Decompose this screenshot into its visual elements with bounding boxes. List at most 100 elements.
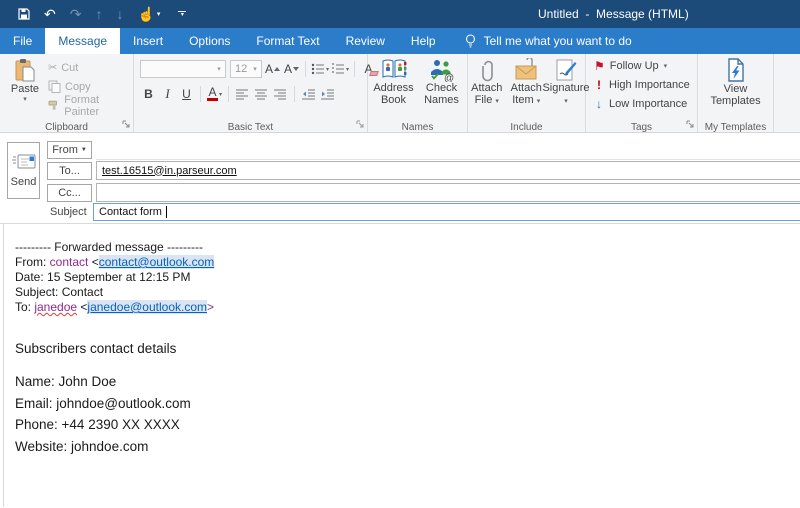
send-icon xyxy=(12,153,36,170)
subject-field[interactable]: Contact form xyxy=(93,203,800,221)
chevron-down-icon: ▾ xyxy=(664,62,668,70)
cut-button: ✂ Cut xyxy=(48,58,133,77)
chevron-down-icon: ▾ xyxy=(564,98,568,105)
to-email-link[interactable]: janedoe@outlook.com xyxy=(87,300,207,314)
basic-text-dialog-launcher-icon[interactable] xyxy=(356,120,364,128)
chevron-down-icon: ▾ xyxy=(157,10,161,18)
chevron-down-icon: ▼ xyxy=(81,147,87,153)
chevron-down-icon: ▾ xyxy=(23,95,27,103)
from-email-link[interactable]: contact@outlook.com xyxy=(99,255,215,269)
to-recipient[interactable]: test.16515@in.parseur.com xyxy=(102,165,237,177)
italic-button[interactable]: I xyxy=(159,85,176,103)
lightbulb-icon xyxy=(465,34,476,49)
font-size-select: 12▾ xyxy=(230,60,262,78)
decrease-indent-button[interactable] xyxy=(300,85,317,103)
font-color-icon: A xyxy=(207,87,218,101)
include-group-label: Include xyxy=(510,122,542,133)
next-item-icon: ↓ xyxy=(116,7,123,21)
attach-item-button[interactable]: Attach Item ▾ xyxy=(508,55,546,117)
divider xyxy=(305,61,306,77)
tab-insert[interactable]: Insert xyxy=(120,28,176,54)
low-importance-button[interactable]: ↓ Low Importance xyxy=(586,94,697,113)
font-color-button[interactable]: A ▾ xyxy=(206,85,223,103)
attach-item-icon xyxy=(514,58,538,82)
send-button[interactable]: Send xyxy=(7,142,40,199)
follow-up-button[interactable]: ⚑ Follow Up ▾ xyxy=(586,56,697,75)
detail-website: Website: johndoe.com xyxy=(15,436,800,458)
basic-text-group: ▾ 12▾ A A ▾ ▾ A xyxy=(134,54,368,132)
copy-icon xyxy=(48,80,61,93)
align-left-button[interactable] xyxy=(234,85,251,103)
divider xyxy=(354,61,355,77)
clipboard-dialog-launcher-icon[interactable] xyxy=(122,120,130,128)
tab-review[interactable]: Review xyxy=(333,28,398,54)
chevron-down-icon: ▾ xyxy=(346,66,349,73)
touch-mode-icon: ☝ xyxy=(137,7,154,21)
envelope-area: Send From ▼ To... Cc... Subject test.165… xyxy=(0,133,800,224)
ribbon-filler xyxy=(774,54,800,132)
tab-message[interactable]: Message xyxy=(45,28,120,54)
chevron-down-icon: ▾ xyxy=(219,91,222,98)
cc-button[interactable]: Cc... xyxy=(47,184,92,202)
align-right-button[interactable] xyxy=(272,85,289,103)
previous-item-icon: ↑ xyxy=(95,7,102,21)
high-importance-button[interactable]: ! High Importance xyxy=(586,75,697,94)
detail-name: Name: John Doe xyxy=(15,371,800,393)
attach-file-button[interactable]: Attach File ▾ xyxy=(468,55,506,117)
check-names-icon: @ xyxy=(429,58,455,82)
view-templates-button[interactable]: View Templates xyxy=(713,55,759,117)
underline-button[interactable]: U xyxy=(178,85,195,103)
signature-button[interactable]: Signature▾ xyxy=(547,55,585,117)
body-intro-line: Subscribers contact details xyxy=(15,341,800,356)
align-right-icon xyxy=(274,89,287,100)
names-group-label: Names xyxy=(402,122,434,133)
touch-mouse-mode-button[interactable]: ☝ ▾ xyxy=(137,7,160,21)
grow-font-icon xyxy=(274,67,280,72)
basic-text-group-label: Basic Text xyxy=(228,122,273,133)
titlebar: ↶ ↷ ↑ ↓ ☝ ▾ ▾ Untitled - Message (HTML) xyxy=(0,0,800,28)
chevron-down-icon: ▾ xyxy=(249,65,261,73)
chevron-down-icon: ▾ xyxy=(495,98,499,105)
message-body-area[interactable]: --------- Forwarded message --------- Fr… xyxy=(3,224,800,507)
tell-me-box[interactable]: Tell me what you want to do xyxy=(465,28,632,54)
tell-me-label: Tell me what you want to do xyxy=(484,34,632,48)
to-button[interactable]: To... xyxy=(47,162,92,180)
customize-qat-button[interactable]: ▾ xyxy=(178,11,186,18)
forwarded-from-line: From: contact <contact@outlook.com xyxy=(15,255,800,270)
shrink-font-button[interactable]: A xyxy=(283,60,300,78)
numbering-button[interactable]: ▾ xyxy=(331,60,349,78)
tab-options[interactable]: Options xyxy=(176,28,243,54)
ribbon: Paste ▾ ✂ Cut Copy Format Painter xyxy=(0,54,800,133)
to-display-name: janedoe xyxy=(34,300,77,314)
bullets-button[interactable]: ▾ xyxy=(311,60,329,78)
cut-icon: ✂ xyxy=(48,61,57,74)
address-book-button[interactable]: Address Book xyxy=(371,55,417,117)
bold-button[interactable]: B xyxy=(140,85,157,103)
tab-file[interactable]: File xyxy=(0,28,45,54)
svg-text:@: @ xyxy=(444,73,454,82)
cc-field[interactable] xyxy=(96,183,800,202)
paperclip-icon xyxy=(480,58,494,82)
tags-group: ⚑ Follow Up ▾ ! High Importance ↓ Low Im… xyxy=(586,54,698,132)
my-templates-group: View Templates My Templates xyxy=(698,54,774,132)
tab-format-text[interactable]: Format Text xyxy=(243,28,332,54)
from-button[interactable]: From ▼ xyxy=(47,141,92,159)
align-center-button[interactable] xyxy=(253,85,270,103)
redo-icon: ↷ xyxy=(70,7,82,21)
window-title: Untitled - Message (HTML) xyxy=(538,7,689,21)
divider xyxy=(200,86,201,102)
from-field[interactable] xyxy=(96,141,800,160)
undo-icon[interactable]: ↶ xyxy=(44,7,56,21)
to-field[interactable]: test.16515@in.parseur.com xyxy=(96,161,800,180)
paste-button[interactable]: Paste ▾ xyxy=(6,55,44,117)
my-templates-group-label: My Templates xyxy=(705,122,767,133)
tab-help[interactable]: Help xyxy=(398,28,449,54)
increase-indent-button[interactable] xyxy=(319,85,336,103)
check-names-button[interactable]: @ Check Names xyxy=(419,55,465,117)
tags-dialog-launcher-icon[interactable] xyxy=(686,120,694,128)
bullets-icon xyxy=(311,63,325,75)
save-icon[interactable] xyxy=(18,8,30,20)
format-painter-button: Format Painter xyxy=(48,96,133,115)
font-name-select: ▾ xyxy=(140,60,226,78)
grow-font-button[interactable]: A xyxy=(264,60,281,78)
